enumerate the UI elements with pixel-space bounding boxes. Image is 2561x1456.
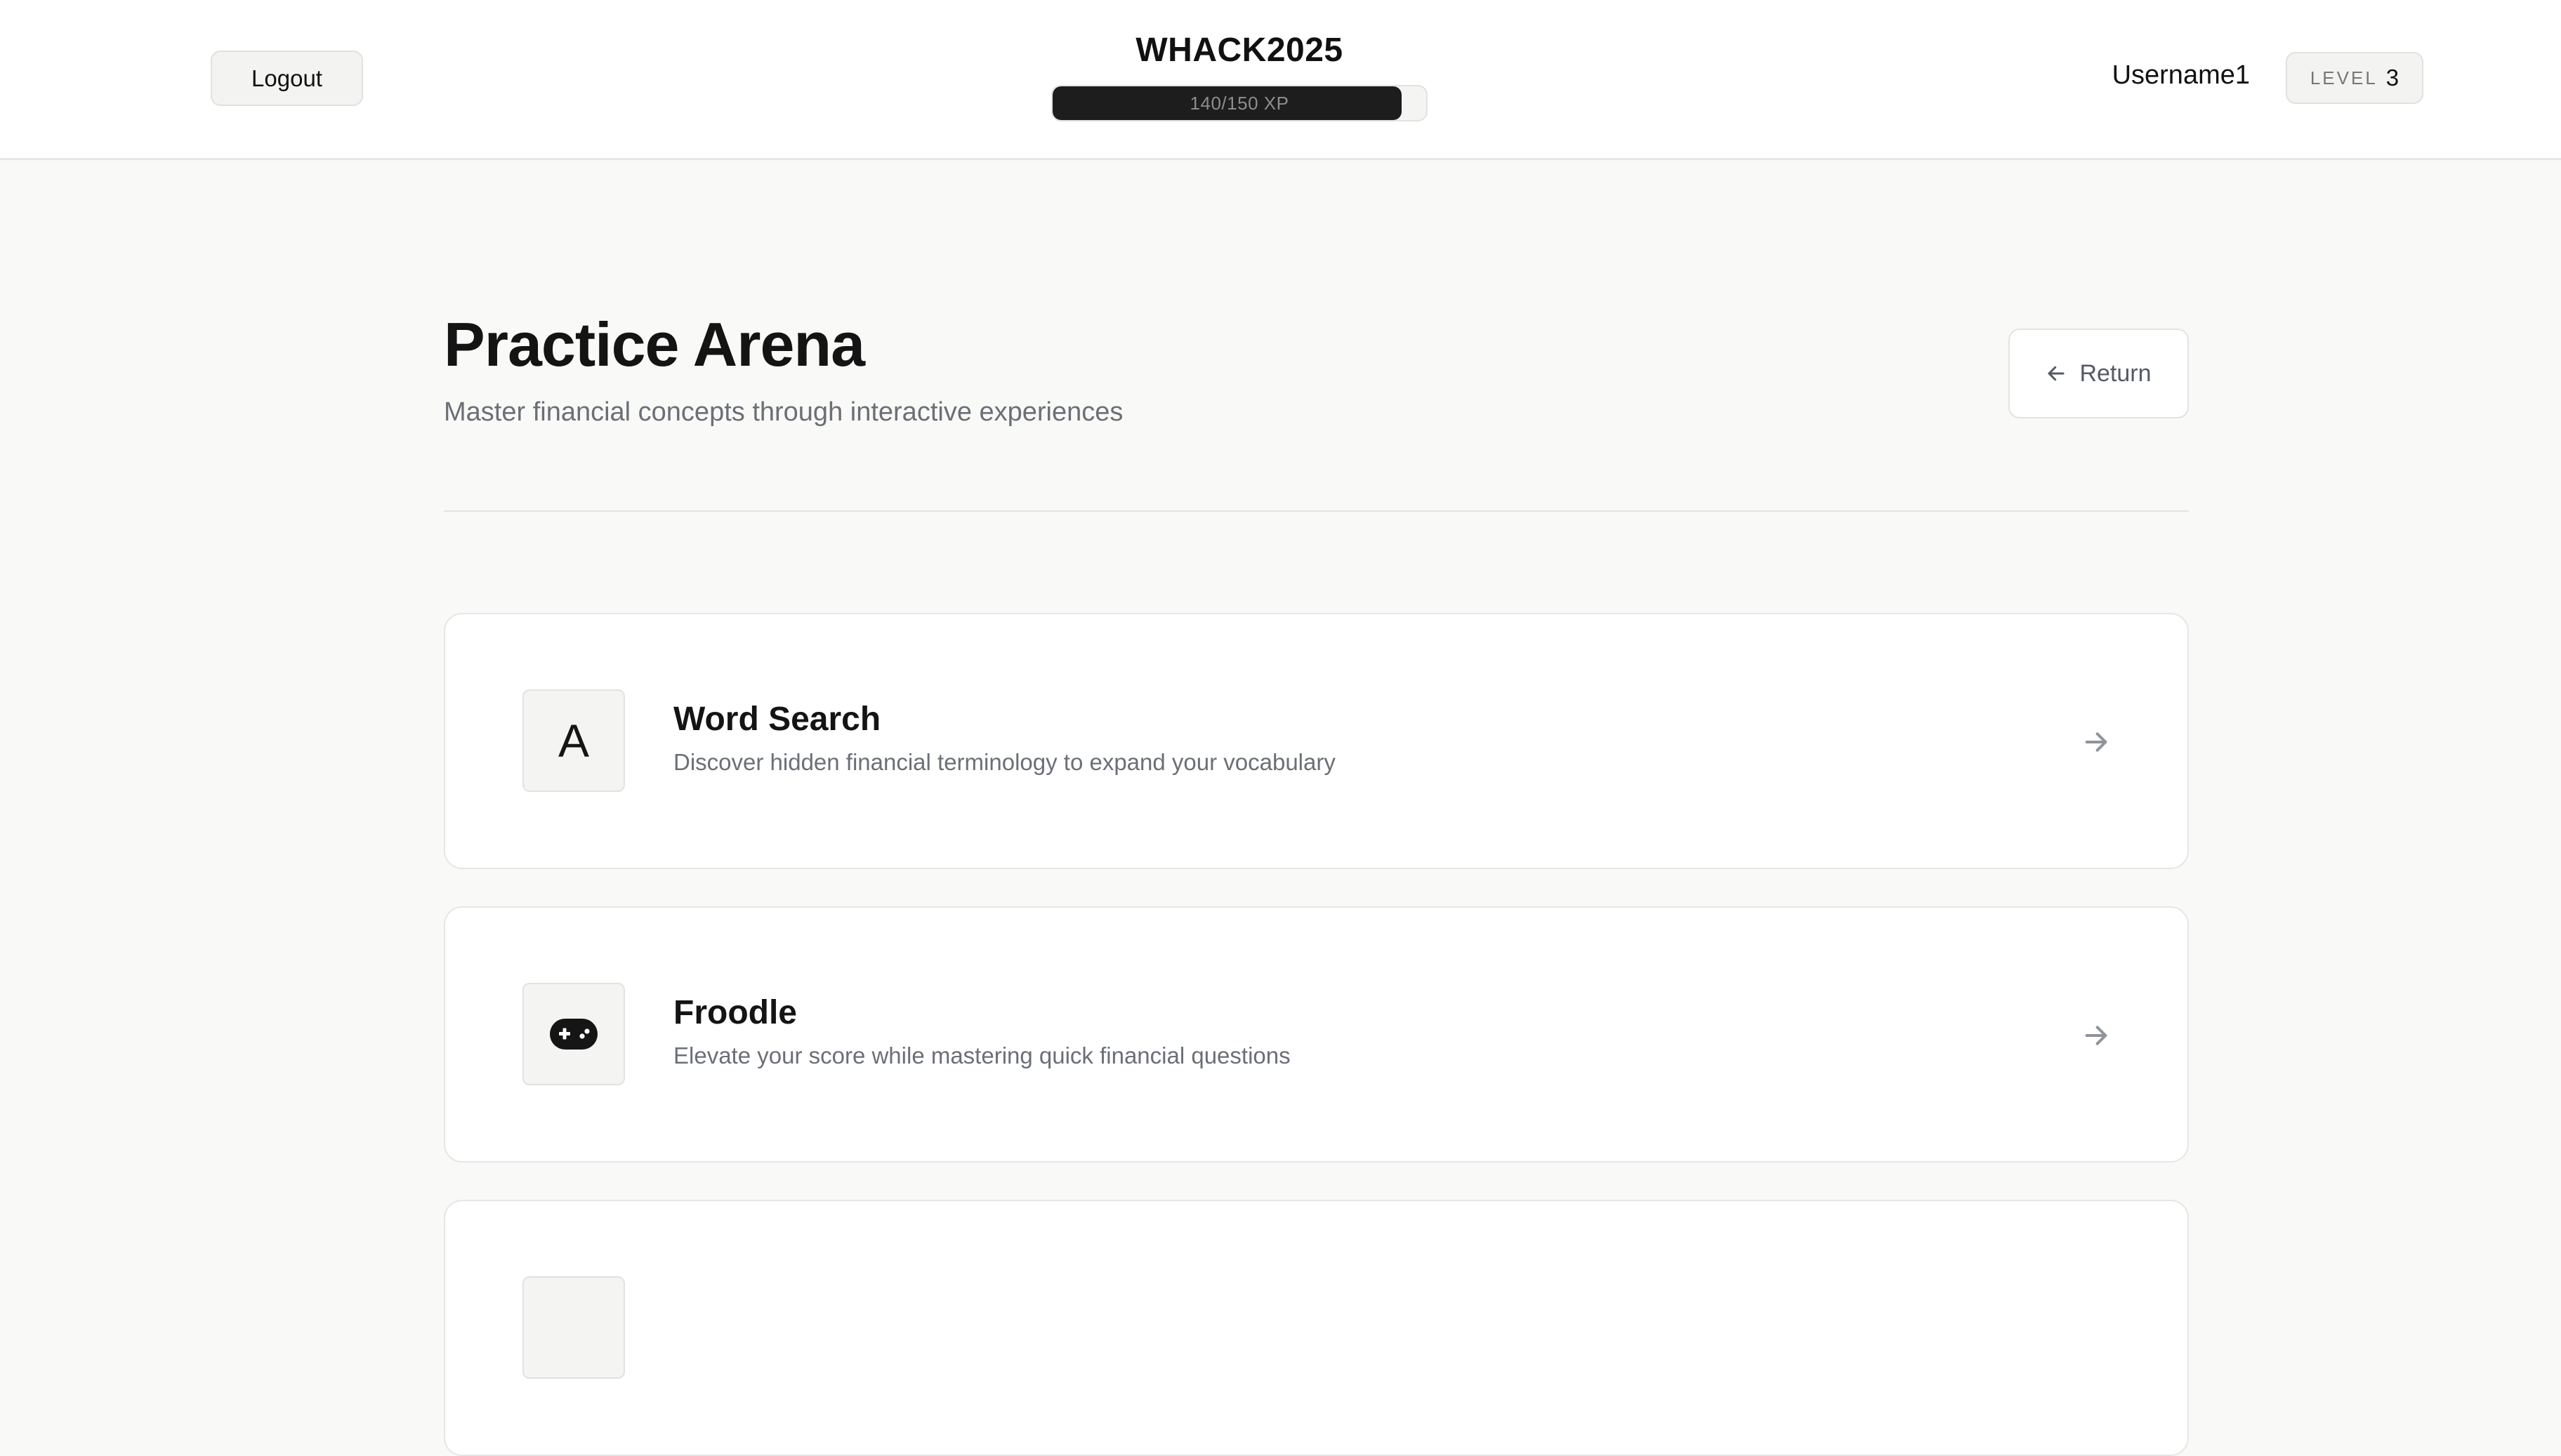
game-card-word-search[interactable]: A Word Search Discover hidden financial … [444, 613, 2189, 869]
logout-button[interactable]: Logout [211, 51, 363, 106]
game-card-third[interactable] [444, 1200, 2189, 1456]
game-title: Froodle [673, 994, 797, 1031]
section-divider [444, 510, 2189, 512]
arrow-right-icon [2085, 732, 2107, 752]
username: Username1 [2112, 60, 2250, 90]
level-value: 3 [2385, 65, 2399, 91]
letter-a-glyph: A [558, 715, 590, 767]
game-description: Discover hidden financial terminology to… [673, 749, 1336, 775]
game-title: Word Search [673, 701, 881, 738]
page-title: Practice Arena [444, 310, 865, 379]
return-button[interactable]: Return [2008, 329, 2189, 418]
gamepad-icon [522, 983, 625, 1085]
return-label: Return [2079, 359, 2152, 387]
arrow-right-icon [2085, 1026, 2107, 1045]
arrow-left-icon [2048, 366, 2065, 381]
level-badge: LEVEL 3 [2286, 52, 2423, 104]
gamepad-glyph [550, 1019, 598, 1050]
unknown-icon [522, 1276, 625, 1379]
xp-progress-bar: 140/150 XP [1051, 85, 1428, 121]
level-label: LEVEL [2310, 67, 2378, 88]
page-subtitle: Master financial concepts through intera… [444, 397, 1124, 427]
game-card-froodle[interactable]: Froodle Elevate your score while masteri… [444, 906, 2189, 1163]
app-title: WHACK2025 [1135, 32, 1343, 69]
game-description: Elevate your score while mastering quick… [673, 1043, 1291, 1068]
xp-progress-text: 140/150 XP [1190, 92, 1289, 114]
letter-a-icon: A [522, 689, 625, 792]
top-bar: Logout WHACK2025 140/150 XP Username1 LE… [0, 0, 2561, 160]
